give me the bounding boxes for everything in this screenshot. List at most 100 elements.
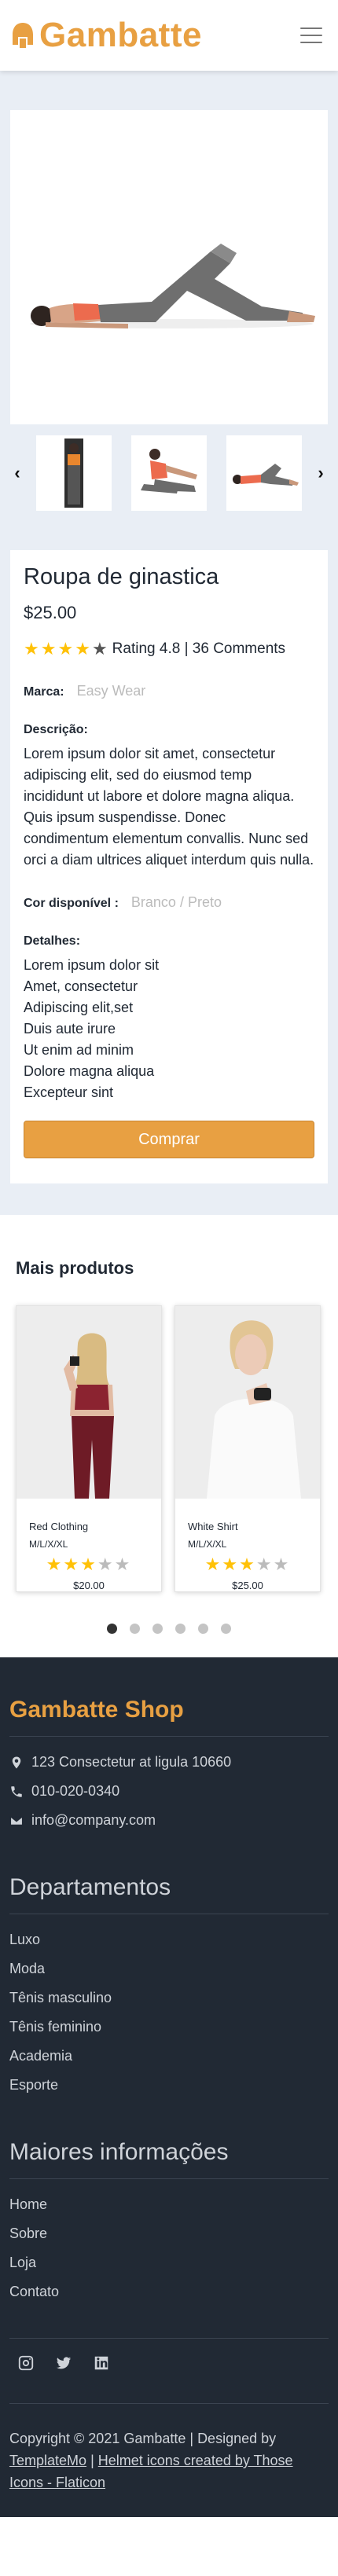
star-icon: ★ bbox=[222, 1554, 238, 1574]
email-text: info@company.com bbox=[31, 1812, 156, 1828]
product-card-price: $25.00 bbox=[232, 1580, 263, 1591]
star-icon: ★ bbox=[40, 639, 57, 659]
buy-button[interactable]: Comprar bbox=[24, 1121, 314, 1158]
carousel-dot[interactable] bbox=[221, 1624, 231, 1634]
thumbnail-carousel: ‹ › bbox=[0, 435, 338, 511]
carousel-dots bbox=[16, 1624, 322, 1634]
product-card-stars: ★★★★★ bbox=[188, 1554, 307, 1575]
color-label: Cor disponível : bbox=[24, 897, 119, 910]
brand-value: Easy Wear bbox=[76, 683, 146, 699]
thumbnail-2[interactable] bbox=[131, 435, 207, 511]
footer-link[interactable]: Home bbox=[9, 2190, 329, 2219]
product-card-sizes: M/L/X/XL bbox=[188, 1539, 227, 1550]
star-icon: ★ bbox=[75, 639, 90, 659]
star-icon: ★ bbox=[239, 1554, 255, 1574]
description-label: Descrição: bbox=[24, 723, 88, 736]
product-card-white-shirt[interactable]: White Shirt M/L/X/XL ★★★★★ $25.00 bbox=[175, 1305, 321, 1592]
details-list: Lorem ipsum dolor sit Amet, consectetur … bbox=[24, 955, 314, 1103]
brand-name: Gambatte bbox=[39, 16, 202, 54]
star-icon: ★ bbox=[24, 639, 39, 659]
info-title: Maiores informações bbox=[9, 2139, 329, 2179]
product-details-card: Roupa de ginastica $25.00 ★ ★ ★ ★ ★ Rati… bbox=[10, 550, 328, 1183]
contact-list: 123 Consectetur at ligula 10660 010-020-… bbox=[9, 1748, 329, 1835]
footer-link[interactable]: Sobre bbox=[9, 2219, 329, 2248]
product-card-price: $20.00 bbox=[73, 1580, 105, 1591]
carousel-dot[interactable] bbox=[198, 1624, 208, 1634]
phone-item[interactable]: 010-020-0340 bbox=[9, 1777, 329, 1806]
product-description: Lorem ipsum dolor sit amet, consectetur … bbox=[24, 746, 314, 868]
product-title: Roupa de ginastica bbox=[24, 564, 219, 589]
star-icon: ★ bbox=[114, 1554, 130, 1574]
linkedin-icon[interactable] bbox=[93, 2354, 110, 2372]
email-item[interactable]: info@company.com bbox=[9, 1806, 329, 1835]
carousel-dot[interactable] bbox=[175, 1624, 186, 1634]
details-item: Dolore magna aliqua bbox=[24, 1063, 155, 1079]
details-item: Duis aute irure bbox=[24, 1021, 116, 1037]
map-marker-icon bbox=[12, 1756, 21, 1768]
star-icon: ★ bbox=[204, 1554, 221, 1574]
brand-row: Marca: Easy Wear bbox=[24, 683, 314, 699]
details-item: Adipiscing elit,set bbox=[24, 1000, 134, 1015]
departments-title: Departamentos bbox=[9, 1874, 329, 1914]
details-item: Lorem ipsum dolor sit bbox=[24, 957, 160, 973]
hamburger-icon[interactable] bbox=[300, 28, 322, 43]
star-icon: ★ bbox=[57, 639, 74, 659]
footer-link[interactable]: Esporte bbox=[9, 2071, 329, 2100]
product-section: ‹ › Roupa de ginastica $25.00 ★ ★ ★ ★ ★ … bbox=[0, 71, 338, 1215]
twitter-icon[interactable] bbox=[55, 2354, 72, 2372]
product-card-sizes: M/L/X/XL bbox=[29, 1539, 68, 1550]
color-value: Branco / Preto bbox=[130, 894, 222, 910]
rating-text: Rating 4.8 | 36 Comments bbox=[112, 640, 286, 657]
site-footer: Gambatte Shop 123 Consectetur at ligula … bbox=[0, 1657, 338, 2517]
thumbnail-1[interactable] bbox=[36, 435, 112, 511]
footer-link[interactable]: Loja bbox=[9, 2248, 329, 2277]
more-products-section: Mais produtos Red Clothing M/L/X/XL ★★★★… bbox=[0, 1215, 338, 1657]
info-links-list: Home Sobre Loja Contato bbox=[9, 2190, 329, 2306]
helmet-icon bbox=[13, 23, 33, 48]
carousel-dot[interactable] bbox=[107, 1624, 117, 1634]
more-products-carousel: Red Clothing M/L/X/XL ★★★★★ $20.00 White… bbox=[16, 1305, 322, 1592]
address-item: 123 Consectetur at ligula 10660 bbox=[9, 1748, 329, 1777]
footer-link[interactable]: Contato bbox=[9, 2277, 329, 2306]
copyright-text: Copyright © 2021 Gambatte | Designed by bbox=[9, 2431, 277, 2446]
product-rating: ★ ★ ★ ★ ★ Rating 4.8 | 36 Comments bbox=[24, 639, 314, 659]
product-card-name: Red Clothing bbox=[29, 1521, 89, 1532]
envelope-icon bbox=[9, 1815, 24, 1826]
copyright-separator: | bbox=[90, 2453, 94, 2468]
details-item: Excepteur sint bbox=[24, 1084, 114, 1100]
social-links bbox=[9, 2338, 329, 2403]
product-card-image bbox=[17, 1306, 161, 1499]
details-item: Ut enim ad minim bbox=[24, 1042, 134, 1058]
instagram-icon[interactable] bbox=[17, 2354, 35, 2372]
more-products-title: Mais produtos bbox=[16, 1258, 134, 1278]
footer-link[interactable]: Moda bbox=[9, 1954, 329, 1983]
brand-label: Marca: bbox=[24, 685, 64, 699]
phone-icon bbox=[11, 1785, 22, 1797]
prev-arrow-icon[interactable]: ‹ bbox=[8, 463, 27, 483]
star-icon: ★ bbox=[97, 1554, 113, 1574]
carousel-dot[interactable] bbox=[130, 1624, 140, 1634]
color-row: Cor disponível : Branco / Preto bbox=[24, 894, 314, 911]
site-header: Gambatte bbox=[0, 0, 338, 71]
product-card-stars: ★★★★★ bbox=[29, 1554, 149, 1575]
address-text: 123 Consectetur at ligula 10660 bbox=[31, 1754, 232, 1770]
designer-link[interactable]: TemplateMo bbox=[9, 2453, 86, 2468]
phone-text: 010-020-0340 bbox=[31, 1783, 120, 1799]
footer-link[interactable]: Tênis feminino bbox=[9, 2013, 329, 2042]
brand-logo[interactable]: Gambatte bbox=[11, 16, 202, 55]
details-label: Detalhes: bbox=[24, 934, 81, 948]
footer-link[interactable]: Tênis masculino bbox=[9, 1983, 329, 2013]
product-card-red-clothing[interactable]: Red Clothing M/L/X/XL ★★★★★ $20.00 bbox=[16, 1305, 162, 1592]
footer-link[interactable]: Academia bbox=[9, 2042, 329, 2071]
footer-link[interactable]: Luxo bbox=[9, 1925, 329, 1954]
carousel-dot[interactable] bbox=[152, 1624, 163, 1634]
thumbnail-3[interactable] bbox=[226, 435, 302, 511]
details-item: Amet, consectetur bbox=[24, 978, 138, 994]
product-card-name: White Shirt bbox=[188, 1521, 238, 1532]
product-main-image bbox=[10, 110, 328, 424]
product-card-image bbox=[175, 1306, 320, 1499]
next-arrow-icon[interactable]: › bbox=[311, 463, 330, 483]
copyright: Copyright © 2021 Gambatte | Designed by … bbox=[9, 2403, 329, 2493]
star-icon: ★ bbox=[255, 1554, 272, 1574]
star-icon: ★ bbox=[273, 1554, 289, 1574]
